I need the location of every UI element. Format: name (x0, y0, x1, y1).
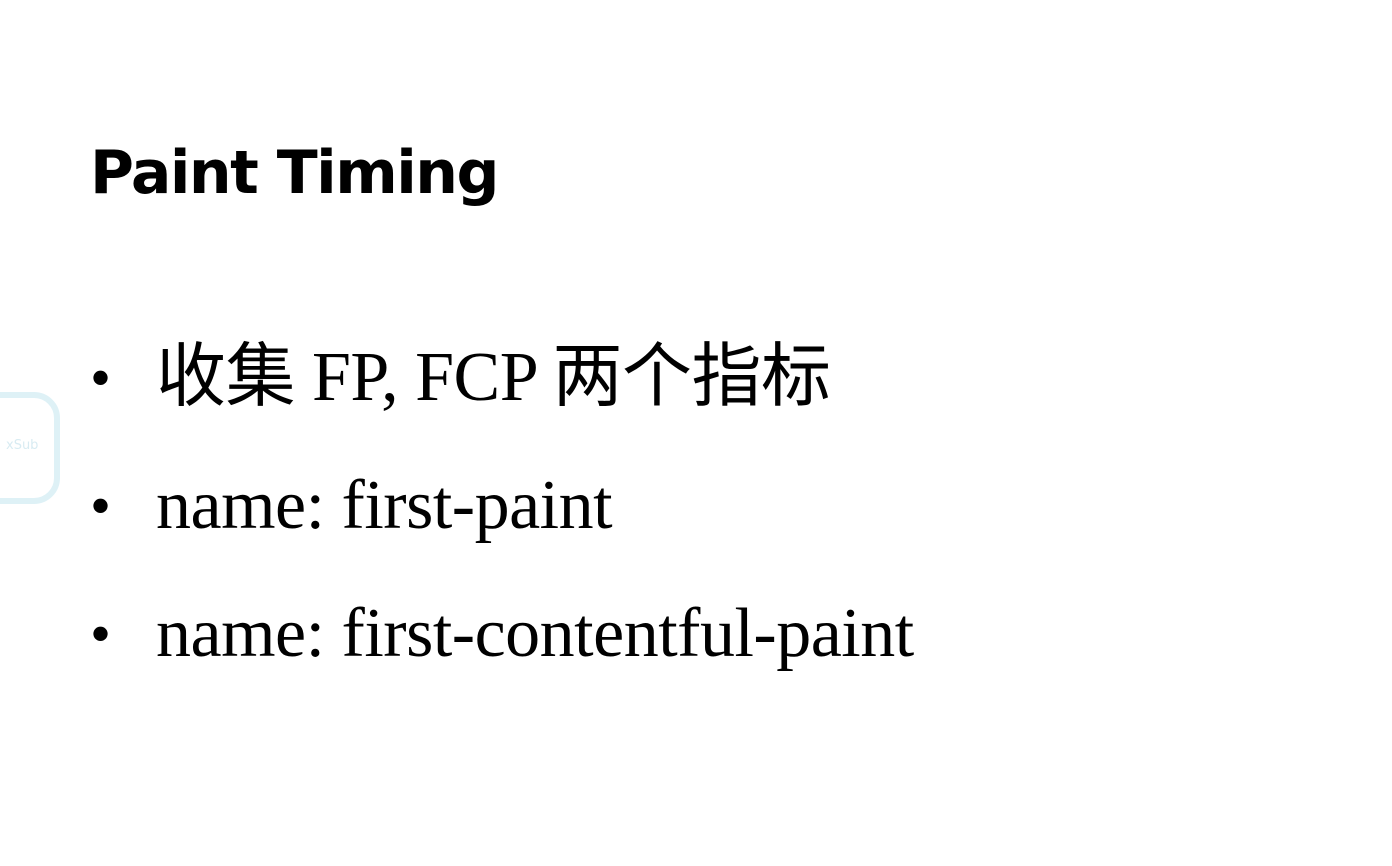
bullet-text: name: first-paint (156, 467, 613, 544)
bullet-text: name: first-contentful-paint (156, 595, 914, 672)
bullet-text: 收集 FP, FCP 两个指标 (156, 339, 831, 416)
bullet-item: • name: first-paint (90, 466, 914, 594)
bullet-marker: • (90, 345, 112, 411)
bullet-marker: • (90, 601, 112, 667)
slide-title: Paint Timing (90, 138, 499, 208)
watermark-logo: xSub (0, 392, 60, 504)
bullet-marker: • (90, 473, 112, 539)
bullet-list: • 收集 FP, FCP 两个指标 • name: first-paint • … (90, 338, 914, 722)
watermark-text: xSub (6, 438, 39, 453)
slide: xSub Paint Timing • 收集 FP, FCP 两个指标 • na… (0, 0, 1392, 866)
bullet-item: • name: first-contentful-paint (90, 594, 914, 722)
bullet-item: • 收集 FP, FCP 两个指标 (90, 338, 914, 466)
